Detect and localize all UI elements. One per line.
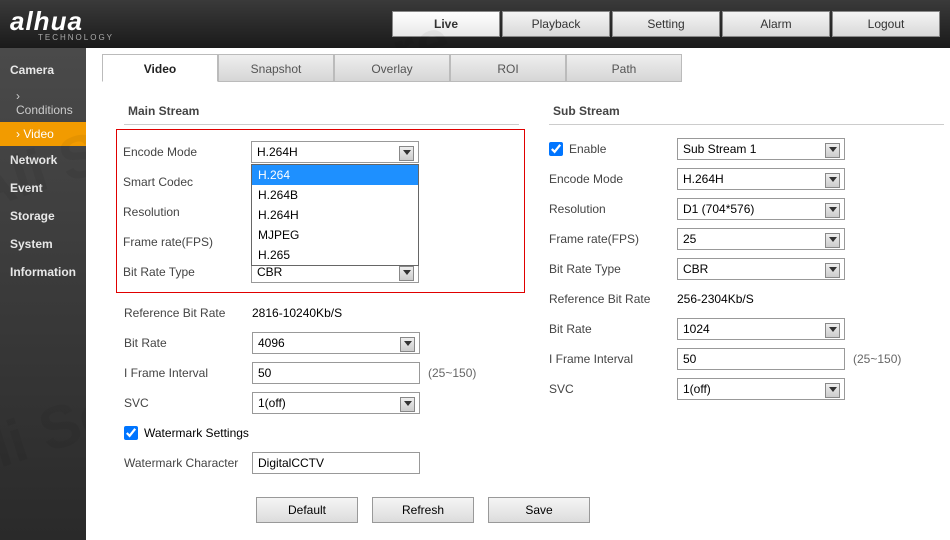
watermark-settings-label: Watermark Settings [144,426,249,440]
nav-logout[interactable]: Logout [832,11,940,37]
sub-iframe-interval-label: I Frame Interval [549,352,677,366]
sidebar-event[interactable]: Event [0,174,86,202]
sidebar-storage[interactable]: Storage [0,202,86,230]
top-nav: Live Playback Setting Alarm Logout [392,11,940,37]
option-h265[interactable]: H.265 [252,245,418,265]
ref-bitrate-value: 2816-10240Kb/S [252,306,342,320]
content: Video Snapshot Overlay ROI Path Main Str… [86,48,950,540]
ref-bitrate-label: Reference Bit Rate [124,306,252,320]
chevron-down-icon [829,327,837,332]
iframe-interval-label: I Frame Interval [124,366,252,380]
sub-iframe-interval-note: (25~150) [853,352,901,366]
tab-video[interactable]: Video [102,54,218,82]
chevron-down-icon [403,150,411,155]
sub-resolution-label: Resolution [549,202,677,216]
enable-checkbox[interactable] [549,142,563,156]
resolution-label: Resolution [123,205,251,219]
main-stream-title: Main Stream [124,98,519,125]
bitrate-label: Bit Rate [124,336,252,350]
chevron-down-icon [829,267,837,272]
main-stream-column: Main Stream Encode Mode H.264H H.264 H.2… [124,98,519,479]
sub-resolution-select[interactable]: D1 (704*576) [677,198,845,220]
chevron-down-icon [404,341,412,346]
refresh-button[interactable]: Refresh [372,497,474,523]
encode-mode-select[interactable]: H.264H H.264 H.264B H.264H MJPEG H.265 [251,141,419,163]
substream-select[interactable]: Sub Stream 1 [677,138,845,160]
svc-label: SVC [124,396,252,410]
sidebar-network[interactable]: Network [0,146,86,174]
nav-playback[interactable]: Playback [502,11,610,37]
sub-stream-column: Sub Stream Enable Sub Stream 1 Encode Mo… [549,98,944,479]
encode-mode-dropdown: H.264 H.264B H.264H MJPEG H.265 [251,164,419,266]
top-bar: alhua TECHNOLOGY Live Playback Setting A… [0,0,950,48]
tab-roi[interactable]: ROI [450,54,566,82]
enable-label: Enable [569,142,677,156]
logo: alhua TECHNOLOGY [10,6,114,42]
tabs: Video Snapshot Overlay ROI Path [102,54,950,82]
option-h264[interactable]: H.264 [252,165,418,185]
chevron-down-icon [829,147,837,152]
option-mjpeg[interactable]: MJPEG [252,225,418,245]
sub-encode-mode-label: Encode Mode [549,172,677,186]
option-h264b[interactable]: H.264B [252,185,418,205]
chevron-down-icon [829,177,837,182]
footer-buttons: Default Refresh Save [256,497,950,523]
sub-encode-mode-select[interactable]: H.264H [677,168,845,190]
sub-svc-label: SVC [549,382,677,396]
svc-select[interactable]: 1(off) [252,392,420,414]
fps-label: Frame rate(FPS) [123,235,251,249]
highlighted-box: Encode Mode H.264H H.264 H.264B H.264H M… [116,129,525,293]
option-h264h[interactable]: H.264H [252,205,418,225]
sidebar-information[interactable]: Information [0,258,86,286]
sub-ref-bitrate-value: 256-2304Kb/S [677,292,754,306]
sub-svc-select[interactable]: 1(off) [677,378,845,400]
nav-live[interactable]: Live [392,11,500,37]
chevron-down-icon [829,237,837,242]
sub-bitrate-type-select[interactable]: CBR [677,258,845,280]
sub-iframe-interval-input[interactable] [677,348,845,370]
encode-mode-label: Encode Mode [123,145,251,159]
bitrate-select[interactable]: 4096 [252,332,420,354]
chevron-down-icon [404,401,412,406]
chevron-down-icon [403,270,411,275]
save-button[interactable]: Save [488,497,590,523]
sub-fps-label: Frame rate(FPS) [549,232,677,246]
smart-codec-label: Smart Codec [123,175,251,189]
sub-ref-bitrate-label: Reference Bit Rate [549,292,677,306]
bitrate-type-label: Bit Rate Type [123,265,251,279]
watermark-char-label: Watermark Character [124,456,252,470]
iframe-interval-input[interactable] [252,362,420,384]
sidebar-video[interactable]: Video [0,122,86,146]
sub-fps-select[interactable]: 25 [677,228,845,250]
chevron-down-icon [829,387,837,392]
sidebar-system[interactable]: System [0,230,86,258]
sub-bitrate-label: Bit Rate [549,322,677,336]
tab-snapshot[interactable]: Snapshot [218,54,334,82]
sidebar-camera[interactable]: Camera [0,56,86,84]
nav-alarm[interactable]: Alarm [722,11,830,37]
sub-bitrate-type-label: Bit Rate Type [549,262,677,276]
sidebar: Camera Conditions Video Network Event St… [0,48,86,540]
chevron-down-icon [829,207,837,212]
sidebar-conditions[interactable]: Conditions [0,84,86,122]
sub-bitrate-select[interactable]: 1024 [677,318,845,340]
sub-stream-title: Sub Stream [549,98,944,125]
default-button[interactable]: Default [256,497,358,523]
watermark-checkbox[interactable] [124,426,138,440]
watermark-char-input[interactable] [252,452,420,474]
tab-overlay[interactable]: Overlay [334,54,450,82]
iframe-interval-note: (25~150) [428,366,476,380]
tab-path[interactable]: Path [566,54,682,82]
nav-setting[interactable]: Setting [612,11,720,37]
